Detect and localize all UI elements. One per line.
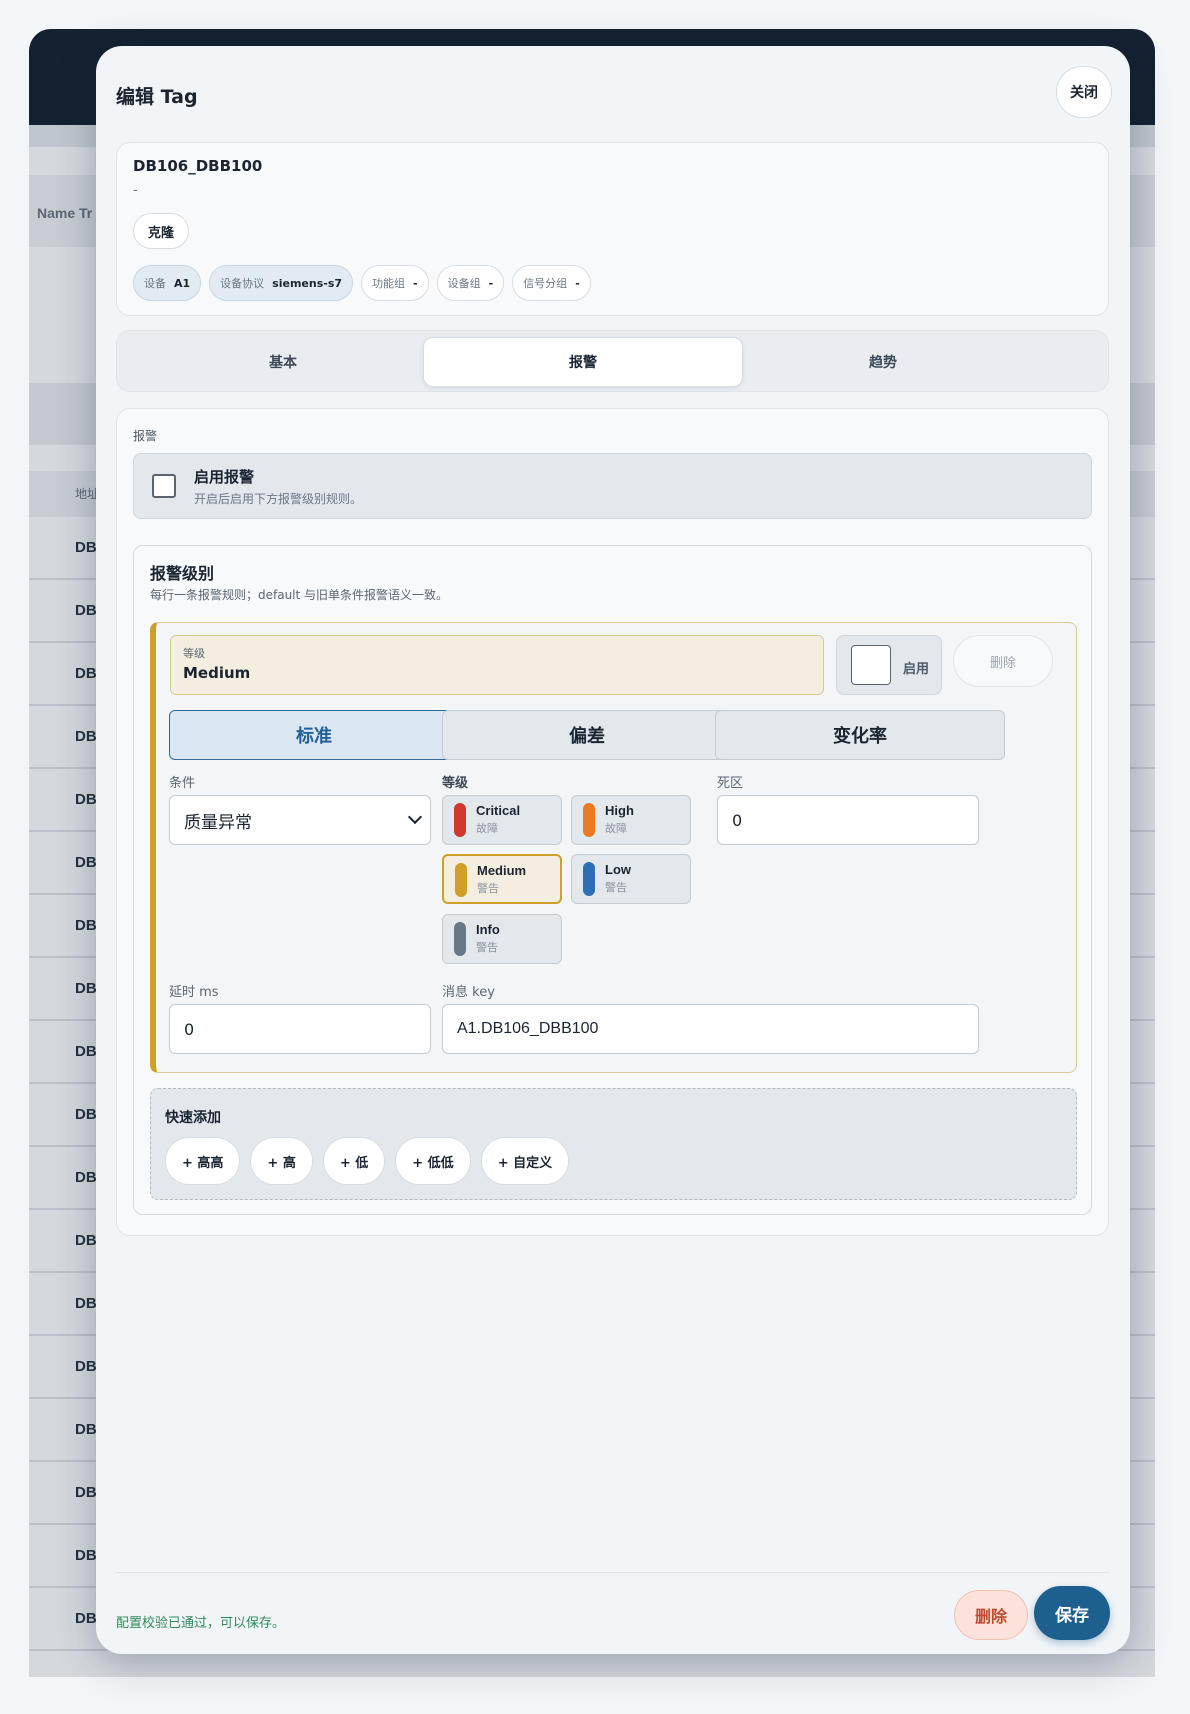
severity-medium[interactable]: Medium 警告 [442, 854, 562, 904]
rule-enable-toggle[interactable]: 启用 [836, 635, 942, 695]
table-header-name: Name Tr [37, 205, 93, 221]
tag-meta-chips: 设备 A1 设备协议 siemens-s7 功能组 - 设备组 - 信号分组 - [133, 265, 591, 301]
mode-standard[interactable]: 标准 [169, 710, 459, 760]
enable-alarm-title: 启用报警 [194, 468, 255, 486]
enable-alarm-toggle[interactable]: 启用报警 开启后启用下方报警级别规则。 [133, 453, 1092, 519]
tag-description: - [133, 183, 138, 198]
rule-enable-checkbox[interactable] [851, 645, 891, 685]
chevron-down-icon [407, 809, 423, 825]
chip-device-group: 设备组 - [436, 265, 505, 301]
alarm-levels-title: 报警级别 [150, 564, 215, 583]
save-button[interactable]: 保存 [1034, 1586, 1110, 1640]
rule-level-value: Medium [183, 664, 251, 682]
add-high-button[interactable]: + 高 [250, 1137, 313, 1185]
tab-alarm[interactable]: 报警 [423, 337, 743, 387]
severity-high[interactable]: High 故障 [571, 795, 691, 845]
deadband-label: 死区 [717, 776, 744, 791]
modal-title: 编辑 Tag [116, 86, 198, 108]
quick-add-panel: 快速添加 + 高高 + 高 + 低 + 低低 + 自定义 [150, 1088, 1077, 1200]
tab-basic[interactable]: 基本 [123, 337, 443, 387]
add-low-button[interactable]: + 低 [322, 1137, 386, 1185]
tag-name: DB106_DBB100 [133, 157, 263, 175]
enable-alarm-hint: 开启后启用下方报警级别规则。 [194, 492, 363, 506]
condition-label: 条件 [169, 776, 196, 791]
message-key-label: 消息 key [442, 985, 495, 1000]
alarm-panel: 报警 启用报警 开启后启用下方报警级别规则。 报警级别 每行一条报警规则；def… [116, 408, 1109, 1236]
severity-low[interactable]: Low 警告 [571, 854, 691, 904]
edit-tag-modal: 编辑 Tag 关闭 DB106_DBB100 - 克隆 设备 A1 设备协议 sie… [96, 46, 1130, 1654]
add-low-low-button[interactable]: + 低低 [395, 1137, 471, 1185]
delay-input[interactable]: 0 [169, 1004, 431, 1054]
add-high-high-button[interactable]: + 高高 [165, 1137, 241, 1185]
validation-status: 配置校验已通过，可以保存。 [116, 1616, 286, 1631]
chip-device: 设备 A1 [133, 265, 202, 301]
alarm-levels-hint: 每行一条报警规则；default 与旧单条件报警语义一致。 [150, 588, 449, 602]
chip-signal-group: 信号分组 - [512, 265, 591, 301]
deadband-input[interactable]: 0 [717, 795, 979, 845]
alarm-rule: 等级 Medium 启用 删除 标准 偏差 变化率 条件 质量异常 等级 Cri… [150, 622, 1077, 1073]
footer-divider [116, 1572, 1109, 1573]
tab-trend[interactable]: 趋势 [723, 337, 1043, 387]
severity-critical[interactable]: Critical 故障 [442, 795, 562, 845]
mode-deviation[interactable]: 偏差 [442, 710, 732, 760]
severity-color-dot [455, 863, 467, 897]
condition-select[interactable]: 质量异常 [169, 795, 431, 845]
tab-bar: 基本 报警 趋势 [116, 330, 1109, 392]
severity-info[interactable]: Info 警告 [442, 914, 562, 964]
chip-function-group: 功能组 - [361, 265, 429, 301]
delete-rule-button[interactable]: 删除 [953, 635, 1053, 687]
alarm-levels-card: 报警级别 每行一条报警规则；default 与旧单条件报警语义一致。 等级 Me… [133, 545, 1092, 1215]
mode-rate-of-change[interactable]: 变化率 [715, 710, 1005, 760]
alarm-section-label: 报警 [133, 429, 158, 443]
clone-button[interactable]: 克隆 [133, 213, 189, 249]
delete-button[interactable]: 删除 [954, 1590, 1028, 1640]
close-button[interactable]: 关闭 [1056, 66, 1112, 118]
message-key-input[interactable]: A1.DB106_DBB100 [442, 1004, 979, 1054]
severity-color-dot [454, 803, 466, 837]
severity-color-dot [454, 922, 466, 956]
chip-protocol: 设备协议 siemens-s7 [209, 265, 354, 301]
severity-label: 等级 [442, 776, 469, 791]
severity-color-dot [583, 803, 595, 837]
severity-color-dot [583, 862, 595, 896]
delay-label: 延时 ms [169, 985, 219, 1000]
tag-info-card: DB106_DBB100 - 克隆 设备 A1 设备协议 siemens-s7 功能… [116, 142, 1109, 316]
rule-level-field[interactable]: 等级 Medium [170, 635, 824, 695]
quick-add-title: 快速添加 [165, 1110, 221, 1126]
quick-add-buttons: + 高高 + 高 + 低 + 低低 + 自定义 [165, 1137, 570, 1185]
enable-alarm-checkbox[interactable] [152, 474, 176, 498]
add-custom-button[interactable]: + 自定义 [480, 1137, 570, 1185]
